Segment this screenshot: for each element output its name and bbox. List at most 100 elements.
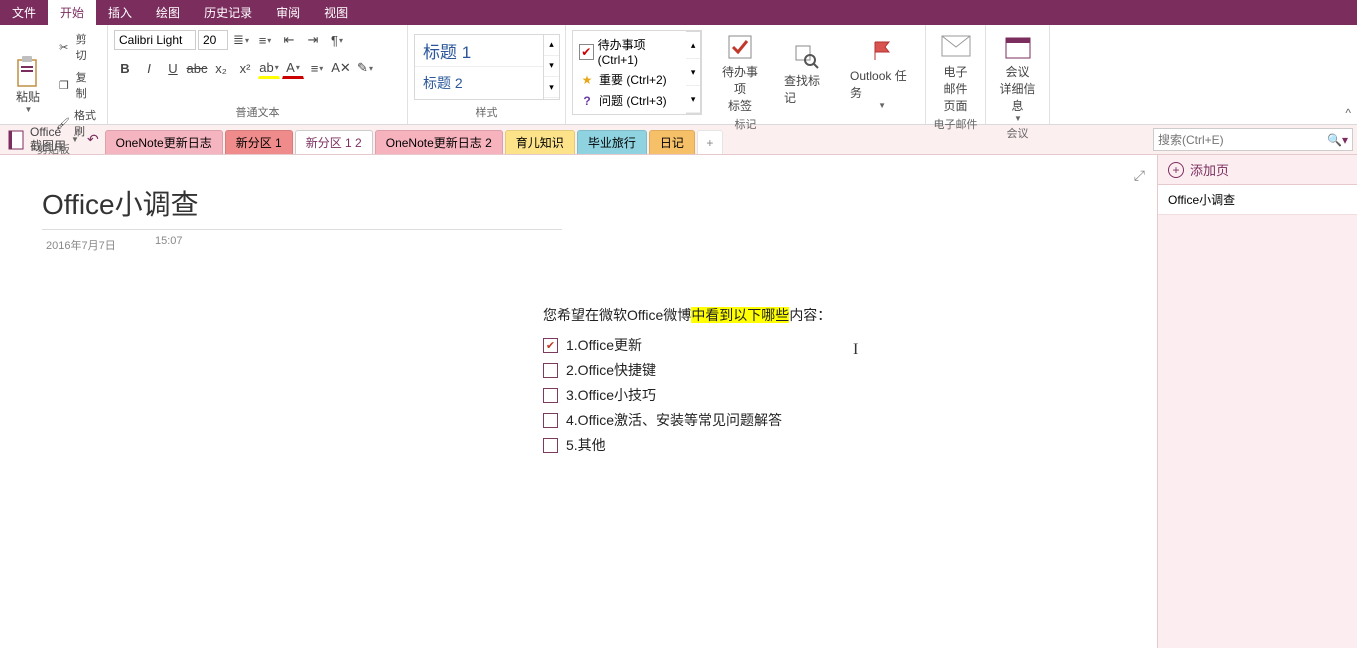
checkbox[interactable] (543, 438, 558, 453)
search-box[interactable]: 🔍▾ (1153, 128, 1353, 151)
paste-button[interactable]: 粘贴 ▼ (6, 54, 50, 116)
tab-review[interactable]: 审阅 (264, 0, 312, 25)
chevron-down-icon: ▼ (1014, 114, 1022, 123)
font-color-button[interactable]: A▾ (282, 57, 304, 79)
find-tags-button[interactable]: 查找标记 (778, 38, 834, 108)
chevron-more-icon[interactable]: ▾ (686, 86, 700, 113)
survey-option[interactable]: 3.Office小技巧 (543, 385, 831, 405)
option-label: 2.Office快捷键 (566, 360, 656, 380)
superscript-button[interactable]: x² (234, 57, 256, 79)
survey-option[interactable]: 4.Office激活、安装等常见问题解答 (543, 410, 831, 430)
todo-tag-button[interactable]: 待办事项 标签 (712, 29, 768, 116)
clear-format-button[interactable]: A✕ (330, 57, 352, 79)
section-tab[interactable]: 育儿知识 (505, 130, 575, 154)
plus-icon: + (1168, 162, 1184, 178)
page-canvas[interactable]: ⤢ Office小调查 2016年7月7日 15:07 您希望在微软Office… (0, 155, 1157, 648)
section-tab[interactable]: 新分区 1 (225, 130, 293, 154)
styles-scroll[interactable]: ▴ ▾ ▾ (544, 34, 560, 100)
titlebar-right (360, 0, 1357, 25)
group-styles: 标题 1 标题 2 ▴ ▾ ▾ 样式 (408, 25, 566, 124)
tab-draw[interactable]: 绘图 (144, 0, 192, 25)
checkbox-icon: ✔ (579, 44, 594, 60)
paste-icon (12, 56, 44, 88)
survey-option[interactable]: 1.Office更新 (543, 335, 831, 355)
paragraph-button[interactable]: ¶▾ (326, 29, 348, 51)
checkbox[interactable] (543, 338, 558, 353)
option-label: 4.Office激活、安装等常见问题解答 (566, 410, 782, 430)
tag-important[interactable]: ★重要 (Ctrl+2) (577, 70, 682, 89)
email-page-button[interactable]: 电子邮件 页面 (932, 29, 979, 116)
chevron-down-icon[interactable]: ▾ (686, 59, 700, 86)
add-section-button[interactable]: + (697, 130, 723, 154)
tab-insert[interactable]: 插入 (96, 0, 144, 25)
brush-icon: 🖌 (56, 115, 70, 131)
checkbox[interactable] (543, 413, 558, 428)
page-title[interactable]: Office小调查 (42, 183, 562, 230)
chevron-up-icon[interactable]: ▴ (686, 32, 700, 59)
main-area: ⤢ Office小调查 2016年7月7日 15:07 您希望在微软Office… (0, 155, 1357, 648)
ribbon-collapse-button[interactable]: ^ (1345, 106, 1351, 120)
italic-button[interactable]: I (138, 57, 160, 79)
copy-button[interactable]: ❐复制 (52, 67, 101, 103)
search-icon[interactable]: 🔍▾ (1327, 133, 1348, 147)
option-label: 1.Office更新 (566, 335, 642, 355)
underline-button[interactable]: U (162, 57, 184, 79)
outdent-button[interactable]: ⇤ (278, 29, 300, 51)
flag-icon (866, 35, 898, 67)
styles-gallery[interactable]: 标题 1 标题 2 (414, 34, 544, 100)
meeting-details-button[interactable]: 会议 详细信息 ▼ (992, 29, 1043, 125)
font-name-select[interactable] (114, 30, 196, 50)
question-icon: ? (579, 93, 595, 109)
section-tab[interactable]: OneNote更新日志 (105, 130, 223, 154)
chevron-down-icon[interactable]: ▾ (544, 56, 559, 77)
outlook-tasks-button[interactable]: Outlook 任务 ▼ (844, 33, 919, 112)
checkbox[interactable] (543, 363, 558, 378)
tab-history[interactable]: 历史记录 (192, 0, 264, 25)
calendar-icon (1002, 31, 1034, 63)
page-time: 15:07 (155, 235, 183, 247)
survey-option[interactable]: 2.Office快捷键 (543, 360, 831, 380)
style-heading-1[interactable]: 标题 1 (415, 35, 543, 68)
page-list-item[interactable]: Office小调查 (1158, 185, 1357, 215)
section-tab[interactable]: 毕业旅行 (577, 130, 647, 154)
text-cursor-icon: I (853, 341, 858, 359)
email-label: 电子邮件 (932, 116, 979, 134)
numbering-button[interactable]: ≡▾ (254, 29, 276, 51)
format-painter-button[interactable]: 🖌格式刷 (52, 105, 101, 141)
font-size-select[interactable] (198, 30, 228, 50)
paste-label: 粘贴 (16, 88, 40, 105)
strike-button[interactable]: abc (186, 57, 208, 79)
section-tab[interactable]: OneNote更新日志 2 (375, 130, 503, 154)
subscript-button[interactable]: x₂ (210, 57, 232, 79)
content-block[interactable]: 您希望在微软Office微博中看到以下哪些内容： 1.Office更新 2.Off… (543, 305, 831, 460)
chevron-more-icon[interactable]: ▾ (544, 77, 559, 98)
group-email: 电子邮件 页面 电子邮件 (926, 25, 986, 124)
cut-button[interactable]: ✂剪切 (52, 29, 101, 65)
format-button[interactable]: ✎▾ (354, 57, 376, 79)
tag-question[interactable]: ?问题 (Ctrl+3) (577, 91, 682, 110)
section-tab[interactable]: 新分区 1 2 (295, 130, 373, 154)
section-tab[interactable]: 日记 (649, 130, 695, 154)
tag-todo[interactable]: ✔待办事项 (Ctrl+1) (577, 35, 682, 68)
survey-question[interactable]: 您希望在微软Office微博中看到以下哪些内容： (543, 305, 831, 325)
bullets-button[interactable]: ≣▾ (230, 29, 252, 51)
search-input[interactable] (1158, 133, 1327, 147)
option-label: 5.其他 (566, 435, 606, 455)
checkbox[interactable] (543, 388, 558, 403)
tab-file[interactable]: 文件 (0, 0, 48, 25)
styles-label: 样式 (414, 104, 559, 122)
highlight-button[interactable]: ab▾ (258, 57, 280, 79)
add-page-button[interactable]: + 添加页 (1158, 155, 1357, 185)
align-button[interactable]: ≡▾ (306, 57, 328, 79)
chevron-up-icon[interactable]: ▴ (544, 35, 559, 56)
style-heading-2[interactable]: 标题 2 (415, 67, 543, 99)
survey-option[interactable]: 5.其他 (543, 435, 831, 455)
indent-button[interactable]: ⇥ (302, 29, 324, 51)
group-meeting: 会议 详细信息 ▼ 会议 (986, 25, 1050, 124)
tab-home[interactable]: 开始 (48, 0, 96, 25)
bold-button[interactable]: B (114, 57, 136, 79)
tab-view[interactable]: 视图 (312, 0, 360, 25)
expand-icon[interactable]: ⤢ (1134, 167, 1145, 184)
tags-scroll[interactable]: ▴ ▾ ▾ (686, 31, 701, 114)
scissors-icon: ✂ (56, 39, 72, 55)
